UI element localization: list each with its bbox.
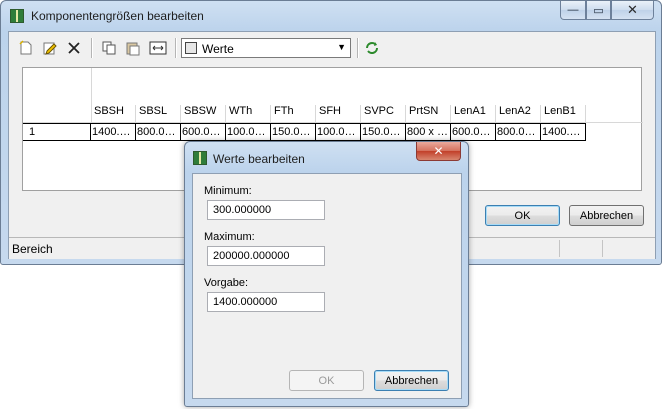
status-divider <box>602 240 603 257</box>
default-label: Vorgabe: <box>204 277 249 289</box>
paste-icon[interactable] <box>124 39 142 57</box>
column-header[interactable]: FTh <box>271 105 316 122</box>
table-cell[interactable]: 100.0… <box>226 123 271 141</box>
dialog-cancel-button[interactable]: Abbrechen <box>374 370 449 391</box>
new-page-icon[interactable] <box>17 39 35 57</box>
row-number[interactable]: 1 <box>23 123 91 141</box>
table-cell[interactable]: 1400.… <box>91 123 136 141</box>
table-cell[interactable]: 100.0… <box>316 123 361 141</box>
minimum-label: Minimum: <box>204 185 252 197</box>
app-icon <box>10 9 24 23</box>
refresh-icon[interactable] <box>363 39 381 57</box>
close-icon: ✕ <box>627 2 638 17</box>
maximum-input[interactable]: 200000.000000 <box>207 246 325 266</box>
minimize-icon: — <box>567 4 579 16</box>
status-divider <box>559 240 560 257</box>
cancel-button[interactable]: Abbrechen <box>569 205 644 226</box>
dialog-close-button[interactable]: ✕ <box>416 142 461 161</box>
table-cell[interactable]: 150.0… <box>271 123 316 141</box>
column-header[interactable]: WTh <box>226 105 271 122</box>
column-header[interactable]: PrtSN <box>406 105 451 122</box>
table-cell[interactable]: 800.0… <box>496 123 541 141</box>
maximize-button[interactable]: ▭ <box>586 1 611 20</box>
column-header[interactable]: LenB1 <box>541 105 586 122</box>
resize-field-icon[interactable] <box>149 39 167 57</box>
toolbar: Werte ▼ <box>9 32 655 64</box>
close-button[interactable]: ✕ <box>611 1 654 20</box>
toolbar-separator <box>91 38 93 58</box>
ok-button[interactable]: OK <box>485 205 560 226</box>
table-cell[interactable]: 150.0… <box>361 123 406 141</box>
toolbar-separator <box>175 38 177 58</box>
close-icon: ✕ <box>433 144 444 158</box>
dialog-ok-button[interactable]: OK <box>289 370 364 391</box>
combo-value: Werte <box>202 42 234 56</box>
dialog-client-area: Minimum: 300.000000 Maximum: 200000.0000… <box>192 173 462 399</box>
chevron-down-icon[interactable]: ▼ <box>337 42 346 52</box>
app-icon <box>193 151 207 165</box>
edit-pencil-icon[interactable] <box>41 39 59 57</box>
table-cell[interactable]: 600.0… <box>181 123 226 141</box>
column-header[interactable]: LenA2 <box>496 105 541 122</box>
column-header[interactable]: SVPC <box>361 105 406 122</box>
column-header[interactable]: SFH <box>316 105 361 122</box>
table-cell[interactable]: 600.0… <box>451 123 496 141</box>
view-combobox[interactable]: Werte ▼ <box>181 38 351 58</box>
minimum-input[interactable]: 300.000000 <box>207 200 325 220</box>
table-cell[interactable]: 800.0… <box>136 123 181 141</box>
minimize-button[interactable]: — <box>560 1 586 20</box>
column-header[interactable]: SBSW <box>181 105 226 122</box>
table-view-icon <box>185 42 197 54</box>
maximize-icon: ▭ <box>593 4 604 17</box>
column-header[interactable]: SBSH <box>91 105 136 122</box>
column-header[interactable]: LenA1 <box>451 105 496 122</box>
window-title: Komponentengrößen bearbeiten <box>31 9 204 23</box>
table-cell[interactable]: 800 x … <box>406 123 451 141</box>
copy-icon[interactable] <box>100 39 118 57</box>
toolbar-separator <box>357 38 359 58</box>
table-cell[interactable]: 1400.… <box>541 123 586 141</box>
default-input[interactable]: 1400.000000 <box>207 292 325 312</box>
maximum-label: Maximum: <box>204 231 255 243</box>
edit-values-dialog: Werte bearbeiten ✕ Minimum: 300.000000 M… <box>184 141 469 407</box>
delete-x-icon[interactable] <box>65 39 83 57</box>
grid-corner-cell[interactable] <box>23 68 92 122</box>
dialog-title: Werte bearbeiten <box>213 152 305 166</box>
grid-header: SBSH SBSL SBSW WTh FTh SFH SVPC PrtSN Le… <box>23 68 643 123</box>
column-header[interactable]: SBSL <box>136 105 181 122</box>
status-text: Bereich <box>12 242 53 256</box>
main-titlebar[interactable]: Komponentengrößen bearbeiten — ▭ ✕ <box>1 1 661 31</box>
table-row[interactable]: 1 1400.… 800.0… 600.0… 100.0… 150.0… 100… <box>23 123 589 141</box>
